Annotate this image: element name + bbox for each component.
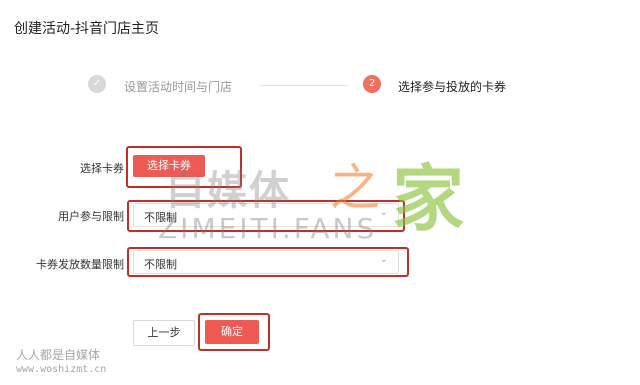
page-title: 创建活动-抖音门店主页 [14, 21, 160, 37]
prev-step-button[interactable]: 上一步 [133, 320, 195, 346]
source-url-watermark: www.woshizmt.cn [16, 364, 107, 375]
step-1-label: 设置活动时间与门店 [124, 80, 233, 94]
issue-limit-label: 卡券发放数量限制 [36, 258, 124, 271]
coupon-label: 选择卡券 [80, 162, 124, 175]
step-2-label: 选择参与投放的卡券 [398, 80, 507, 94]
step-2-number: 2 [363, 75, 381, 93]
issue-limit-value: 不限制 [144, 258, 177, 271]
watermark-zhi: 之 [330, 159, 380, 217]
watermark-jia: 家 [392, 157, 465, 241]
step-connector [260, 85, 348, 86]
step-1-check-icon: ✓ [88, 75, 106, 93]
watermark-english: ZIMEITI.FANS [158, 212, 378, 245]
confirm-button[interactable]: 确定 [205, 320, 259, 344]
user-limit-label: 用户参与限制 [58, 210, 124, 223]
chevron-down-icon: ⌄ [379, 207, 388, 218]
issue-limit-select[interactable]: 不限制 ⌄ [133, 250, 399, 274]
source-watermark: 人人都是自媒体 [16, 348, 101, 362]
watermark-text: 自媒体 [165, 168, 291, 214]
chevron-down-icon: ⌄ [379, 254, 388, 265]
